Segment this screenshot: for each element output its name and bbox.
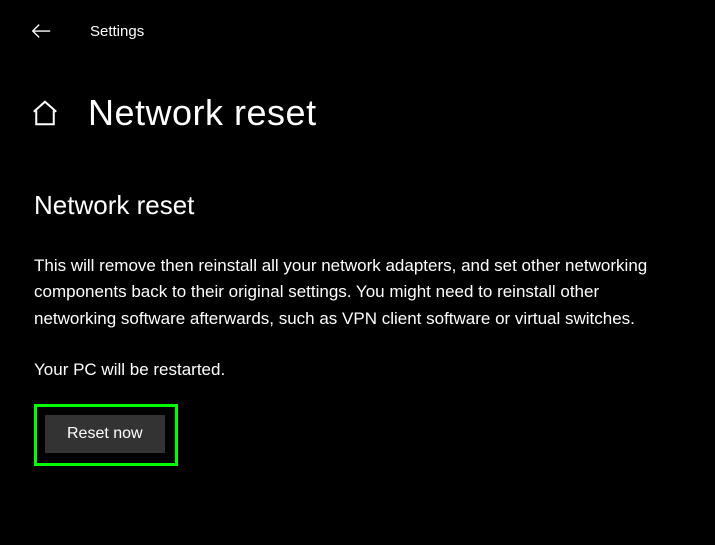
highlight-annotation: Reset now [34, 404, 178, 466]
content-area: Network reset This will remove then rein… [0, 134, 715, 466]
header-bar: Settings [0, 0, 715, 42]
reset-now-button[interactable]: Reset now [45, 415, 165, 453]
page-title: Network reset [88, 92, 317, 134]
section-heading: Network reset [34, 190, 685, 221]
home-icon[interactable] [30, 98, 60, 128]
header-title: Settings [90, 23, 144, 40]
restart-note: Your PC will be restarted. [34, 360, 685, 380]
page-title-row: Network reset [0, 42, 715, 134]
back-arrow-icon[interactable] [30, 20, 52, 42]
description-text: This will remove then reinstall all your… [34, 253, 674, 332]
